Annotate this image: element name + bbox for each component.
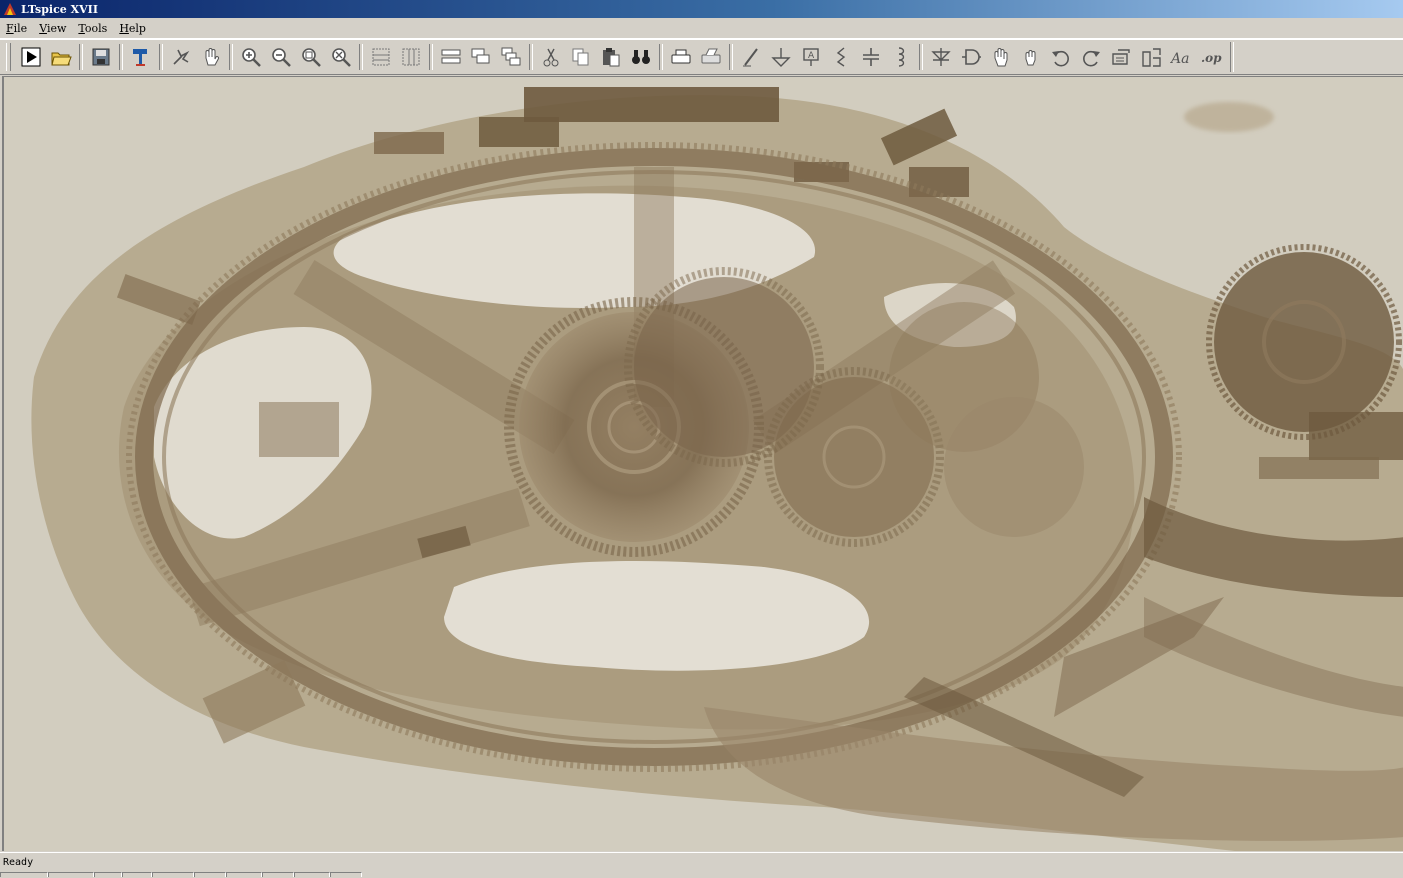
toolbar-separator — [729, 44, 733, 70]
status-pane — [294, 872, 330, 877]
component-icon[interactable] — [957, 43, 985, 71]
status-pane — [194, 872, 226, 877]
tile-horizontal-icon[interactable] — [367, 43, 395, 71]
inductor-icon[interactable] — [887, 43, 915, 71]
ground-icon[interactable] — [767, 43, 795, 71]
capacitor-icon[interactable] — [857, 43, 885, 71]
main-toolbar: A Aa .op — [0, 39, 1403, 75]
redo-icon[interactable] — [1077, 43, 1105, 71]
toolbar-separator — [159, 44, 163, 70]
print-setup-icon[interactable] — [697, 43, 725, 71]
status-pane — [0, 872, 48, 877]
cascade-icon[interactable] — [437, 43, 465, 71]
status-pane — [330, 872, 362, 877]
menu-tools[interactable]: Tools — [72, 22, 113, 35]
mirror-icon[interactable] — [1137, 43, 1165, 71]
toolbar-separator — [79, 44, 83, 70]
save-icon[interactable] — [87, 43, 115, 71]
find-icon[interactable] — [627, 43, 655, 71]
menu-file[interactable]: File — [0, 22, 33, 35]
status-pane — [226, 872, 262, 877]
status-panes — [0, 872, 1403, 878]
toolbar-separator — [529, 44, 533, 70]
copy-icon[interactable] — [567, 43, 595, 71]
wire-icon[interactable] — [737, 43, 765, 71]
menu-view[interactable]: View — [33, 22, 72, 35]
spice-directive-icon[interactable]: .op — [1197, 43, 1225, 71]
rotate-icon[interactable] — [1107, 43, 1135, 71]
toolbar-end — [1230, 42, 1234, 72]
print-icon[interactable] — [667, 43, 695, 71]
menu-help[interactable]: Help — [113, 22, 152, 35]
title-bar[interactable]: LTspice XVII — [0, 0, 1403, 18]
toolbar-grip[interactable] — [6, 43, 11, 71]
toolbar-separator — [919, 44, 923, 70]
status-pane — [262, 872, 294, 877]
status-bar: Ready — [0, 852, 1403, 877]
window-title: LTspice XVII — [21, 2, 98, 16]
label-net-icon[interactable]: A — [797, 43, 825, 71]
resistor-icon[interactable] — [827, 43, 855, 71]
toolbar-separator — [429, 44, 433, 70]
ltspice-app-icon — [3, 2, 17, 16]
text-icon[interactable]: Aa — [1167, 43, 1195, 71]
zoom-fit-icon[interactable] — [297, 43, 325, 71]
close-window-icon[interactable] — [467, 43, 495, 71]
move-hand-icon[interactable] — [987, 43, 1015, 71]
status-pane — [94, 872, 122, 877]
undo-icon[interactable] — [1047, 43, 1075, 71]
svg-text:A: A — [808, 51, 815, 61]
halt-icon[interactable] — [167, 43, 195, 71]
pan-hand-icon[interactable] — [197, 43, 225, 71]
diode-icon[interactable] — [927, 43, 955, 71]
zoom-in-icon[interactable] — [237, 43, 265, 71]
open-folder-icon[interactable] — [47, 43, 75, 71]
zoom-out-icon[interactable] — [267, 43, 295, 71]
arrange-icon[interactable] — [497, 43, 525, 71]
schematic-canvas[interactable] — [2, 76, 1403, 851]
drag-hand-icon[interactable] — [1017, 43, 1045, 71]
zoom-cancel-icon[interactable] — [327, 43, 355, 71]
toolbar-separator — [659, 44, 663, 70]
menu-bar: File View Tools Help — [0, 18, 1403, 39]
background-image — [4, 77, 1403, 851]
toolbar-separator — [359, 44, 363, 70]
svg-text:.op: .op — [1201, 51, 1222, 65]
hammer-icon[interactable] — [127, 43, 155, 71]
tile-vertical-icon[interactable] — [397, 43, 425, 71]
status-pane — [122, 872, 152, 877]
toolbar-separator — [229, 44, 233, 70]
cut-icon[interactable] — [537, 43, 565, 71]
run-icon[interactable] — [17, 43, 45, 71]
status-pane — [152, 872, 194, 877]
toolbar-separator — [119, 44, 123, 70]
paste-icon[interactable] — [597, 43, 625, 71]
status-text: Ready — [3, 857, 34, 868]
svg-text:Aa: Aa — [1170, 51, 1189, 67]
status-pane — [48, 872, 94, 877]
